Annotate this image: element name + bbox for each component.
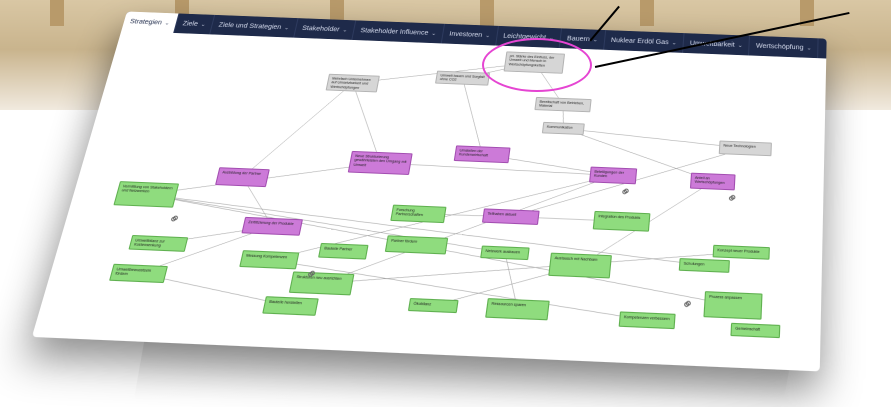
map-node-green[interactable]: Partner fördern xyxy=(385,235,448,254)
tab-wertschöpfung[interactable]: Wertschöpfung ⌄ xyxy=(749,36,819,58)
chevron-down-icon[interactable]: ⌄ xyxy=(738,42,743,48)
tab-label: Bauern xyxy=(567,35,590,42)
map-node-purple[interactable]: Beteiligungen der Kunden xyxy=(589,167,637,185)
tab-label: Investoren xyxy=(449,31,483,39)
tab-investoren[interactable]: Investoren ⌄ xyxy=(442,24,499,46)
map-node-green[interactable]: Austausch mit Nachbarn xyxy=(548,253,612,279)
tab-label: Nuklear Erdöl Gas xyxy=(611,37,669,46)
stage: Strategien ⌄ Ziele ⌄ Ziele und Strategien ⌄ St… xyxy=(0,0,891,407)
tab-label: Ziele xyxy=(182,20,199,27)
map-node-green[interactable]: Gemeinschaft xyxy=(730,323,780,338)
map-node-green[interactable]: Integration des Produkts xyxy=(593,211,651,232)
map-node-purple[interactable]: Umstellen der Kundenwirtschaft xyxy=(454,145,511,163)
highlight-circle xyxy=(482,38,592,92)
tab-label: Ziele und Strategien xyxy=(218,22,282,31)
map-node-green[interactable]: Messung Kompetenzen xyxy=(239,250,299,269)
map-node-green[interactable]: Bauteile herstellen xyxy=(262,296,319,316)
tab-label: Strategien xyxy=(129,18,162,25)
chevron-down-icon[interactable]: ⌄ xyxy=(671,39,677,45)
map-node-green[interactable]: Strukturen neu ausrichten xyxy=(289,271,355,295)
map-node-green[interactable]: Umweltbilanz zur Kostensenkung xyxy=(128,235,188,252)
map-node-green[interactable]: Ressourcen sparen xyxy=(485,298,550,320)
tab-strategien[interactable]: Strategien ⌄ xyxy=(121,11,179,32)
map-node-purple[interactable]: Teilhaben aktuell xyxy=(482,208,540,225)
map-node-green[interactable]: Forschung Partnerschaften xyxy=(390,205,446,224)
mind-map-canvas[interactable]: pri. Stärke des Einfluss, der Umwelt und… xyxy=(32,31,826,372)
map-node-green[interactable]: Konzept neuer Produkte xyxy=(713,245,770,260)
app-window: Strategien ⌄ Ziele ⌄ Ziele und Strategien ⌄ St… xyxy=(32,11,827,371)
map-edge xyxy=(243,80,353,181)
chevron-down-icon[interactable]: ⌄ xyxy=(342,27,348,33)
tab-ziele[interactable]: Ziele ⌄ xyxy=(174,14,215,35)
map-node-purple[interactable]: Zertifizierung der Produkte xyxy=(241,217,303,236)
chevron-down-icon[interactable]: ⌄ xyxy=(164,20,171,26)
map-node-green[interactable]: Umweltbewusstsein fördern xyxy=(109,264,168,283)
tab-label: Stakeholder Influence xyxy=(360,27,429,36)
map-node-purple[interactable]: Anteil an Wertschöpfungen xyxy=(690,173,736,191)
chevron-down-icon[interactable]: ⌄ xyxy=(200,21,207,27)
tab-label: Stakeholder xyxy=(302,25,341,33)
map-node-purple[interactable]: Ausbildung der Partner xyxy=(215,167,270,187)
map-edge xyxy=(451,78,493,154)
map-node-green[interactable]: Netzwerk ausbauen xyxy=(480,246,530,261)
map-node-green[interactable]: Kompetenzen verbessern xyxy=(619,311,676,329)
map-node-gray[interactable]: Neue Technologien xyxy=(719,141,772,157)
map-node-gray[interactable]: Umwelt bauen und Sorgfalt ohne CO2 xyxy=(435,71,490,86)
tab-label: Wertschöpfung xyxy=(756,43,804,51)
chevron-down-icon[interactable]: ⌄ xyxy=(431,30,437,36)
map-node-green[interactable]: Bauteile Partner xyxy=(318,243,369,260)
chevron-down-icon[interactable]: ⌄ xyxy=(284,24,290,30)
chevron-down-icon[interactable]: ⌄ xyxy=(806,45,811,52)
map-node-gray[interactable]: Kommunikation xyxy=(542,122,585,135)
map-node-gray[interactable]: Bereitschaft von Betrieben, Material xyxy=(534,97,591,112)
map-node-green[interactable]: Vermittlung von Stakeholdern und Netzwer… xyxy=(113,181,179,208)
map-node-green[interactable]: Prozess anpassen xyxy=(703,291,762,320)
map-node-green[interactable]: Ökobilanz xyxy=(408,298,459,313)
tab-stakeholder[interactable]: Stakeholder ⌄ xyxy=(294,18,356,40)
map-node-green[interactable]: Schulungen xyxy=(679,258,730,273)
chevron-down-icon[interactable]: ⌄ xyxy=(485,32,491,38)
map-node-purple[interactable]: Neue Strukturierung gewährleisten den Um… xyxy=(348,151,413,175)
map-edge xyxy=(380,163,614,176)
map-node-gray[interactable]: Mehrfach Unternehmen auf Umsetzbarkeit u… xyxy=(326,74,380,93)
